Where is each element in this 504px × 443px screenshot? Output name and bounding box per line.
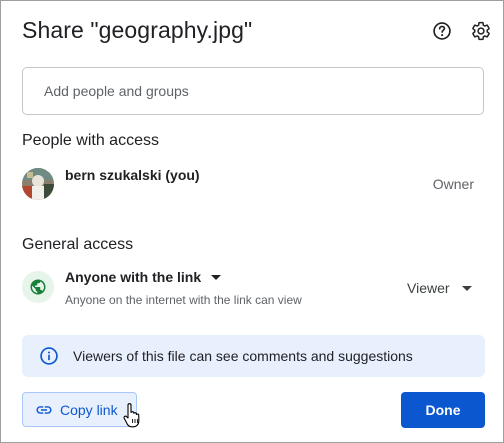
chevron-down-icon <box>211 275 222 280</box>
hand-pointer-cursor-icon <box>123 403 140 428</box>
person-name: bern szukalski (you) <box>65 167 200 183</box>
add-people-field[interactable] <box>22 67 484 115</box>
role-dropdown[interactable]: Viewer <box>407 280 472 296</box>
link-icon <box>36 405 52 414</box>
done-button[interactable]: Done <box>401 392 485 428</box>
avatar <box>22 168 54 200</box>
gear-icon[interactable] <box>471 21 491 41</box>
dialog-title: Share "geography.jpg" <box>22 17 253 43</box>
chevron-down-icon <box>461 286 472 291</box>
add-people-input[interactable] <box>42 82 466 100</box>
copy-link-label: Copy link <box>60 401 118 418</box>
info-icon <box>40 347 58 365</box>
help-circle-icon[interactable] <box>432 21 452 41</box>
general-access-heading: General access <box>22 236 134 253</box>
info-banner-text: Viewers of this file can see comments an… <box>73 348 413 364</box>
role-selected: Viewer <box>407 280 450 296</box>
copy-link-button[interactable]: Copy link <box>22 392 137 427</box>
general-access-selected: Anyone with the link <box>65 269 202 285</box>
person-role: Owner <box>432 176 474 192</box>
people-with-access-heading: People with access <box>22 132 159 149</box>
info-banner: Viewers of this file can see comments an… <box>22 335 485 377</box>
globe-icon <box>22 271 54 303</box>
general-access-dropdown[interactable]: Anyone with the link <box>65 269 222 285</box>
share-dialog: Share "geography.jpg" People with access… <box>0 0 504 443</box>
general-access-description: Anyone on the internet with the link can… <box>65 293 302 307</box>
